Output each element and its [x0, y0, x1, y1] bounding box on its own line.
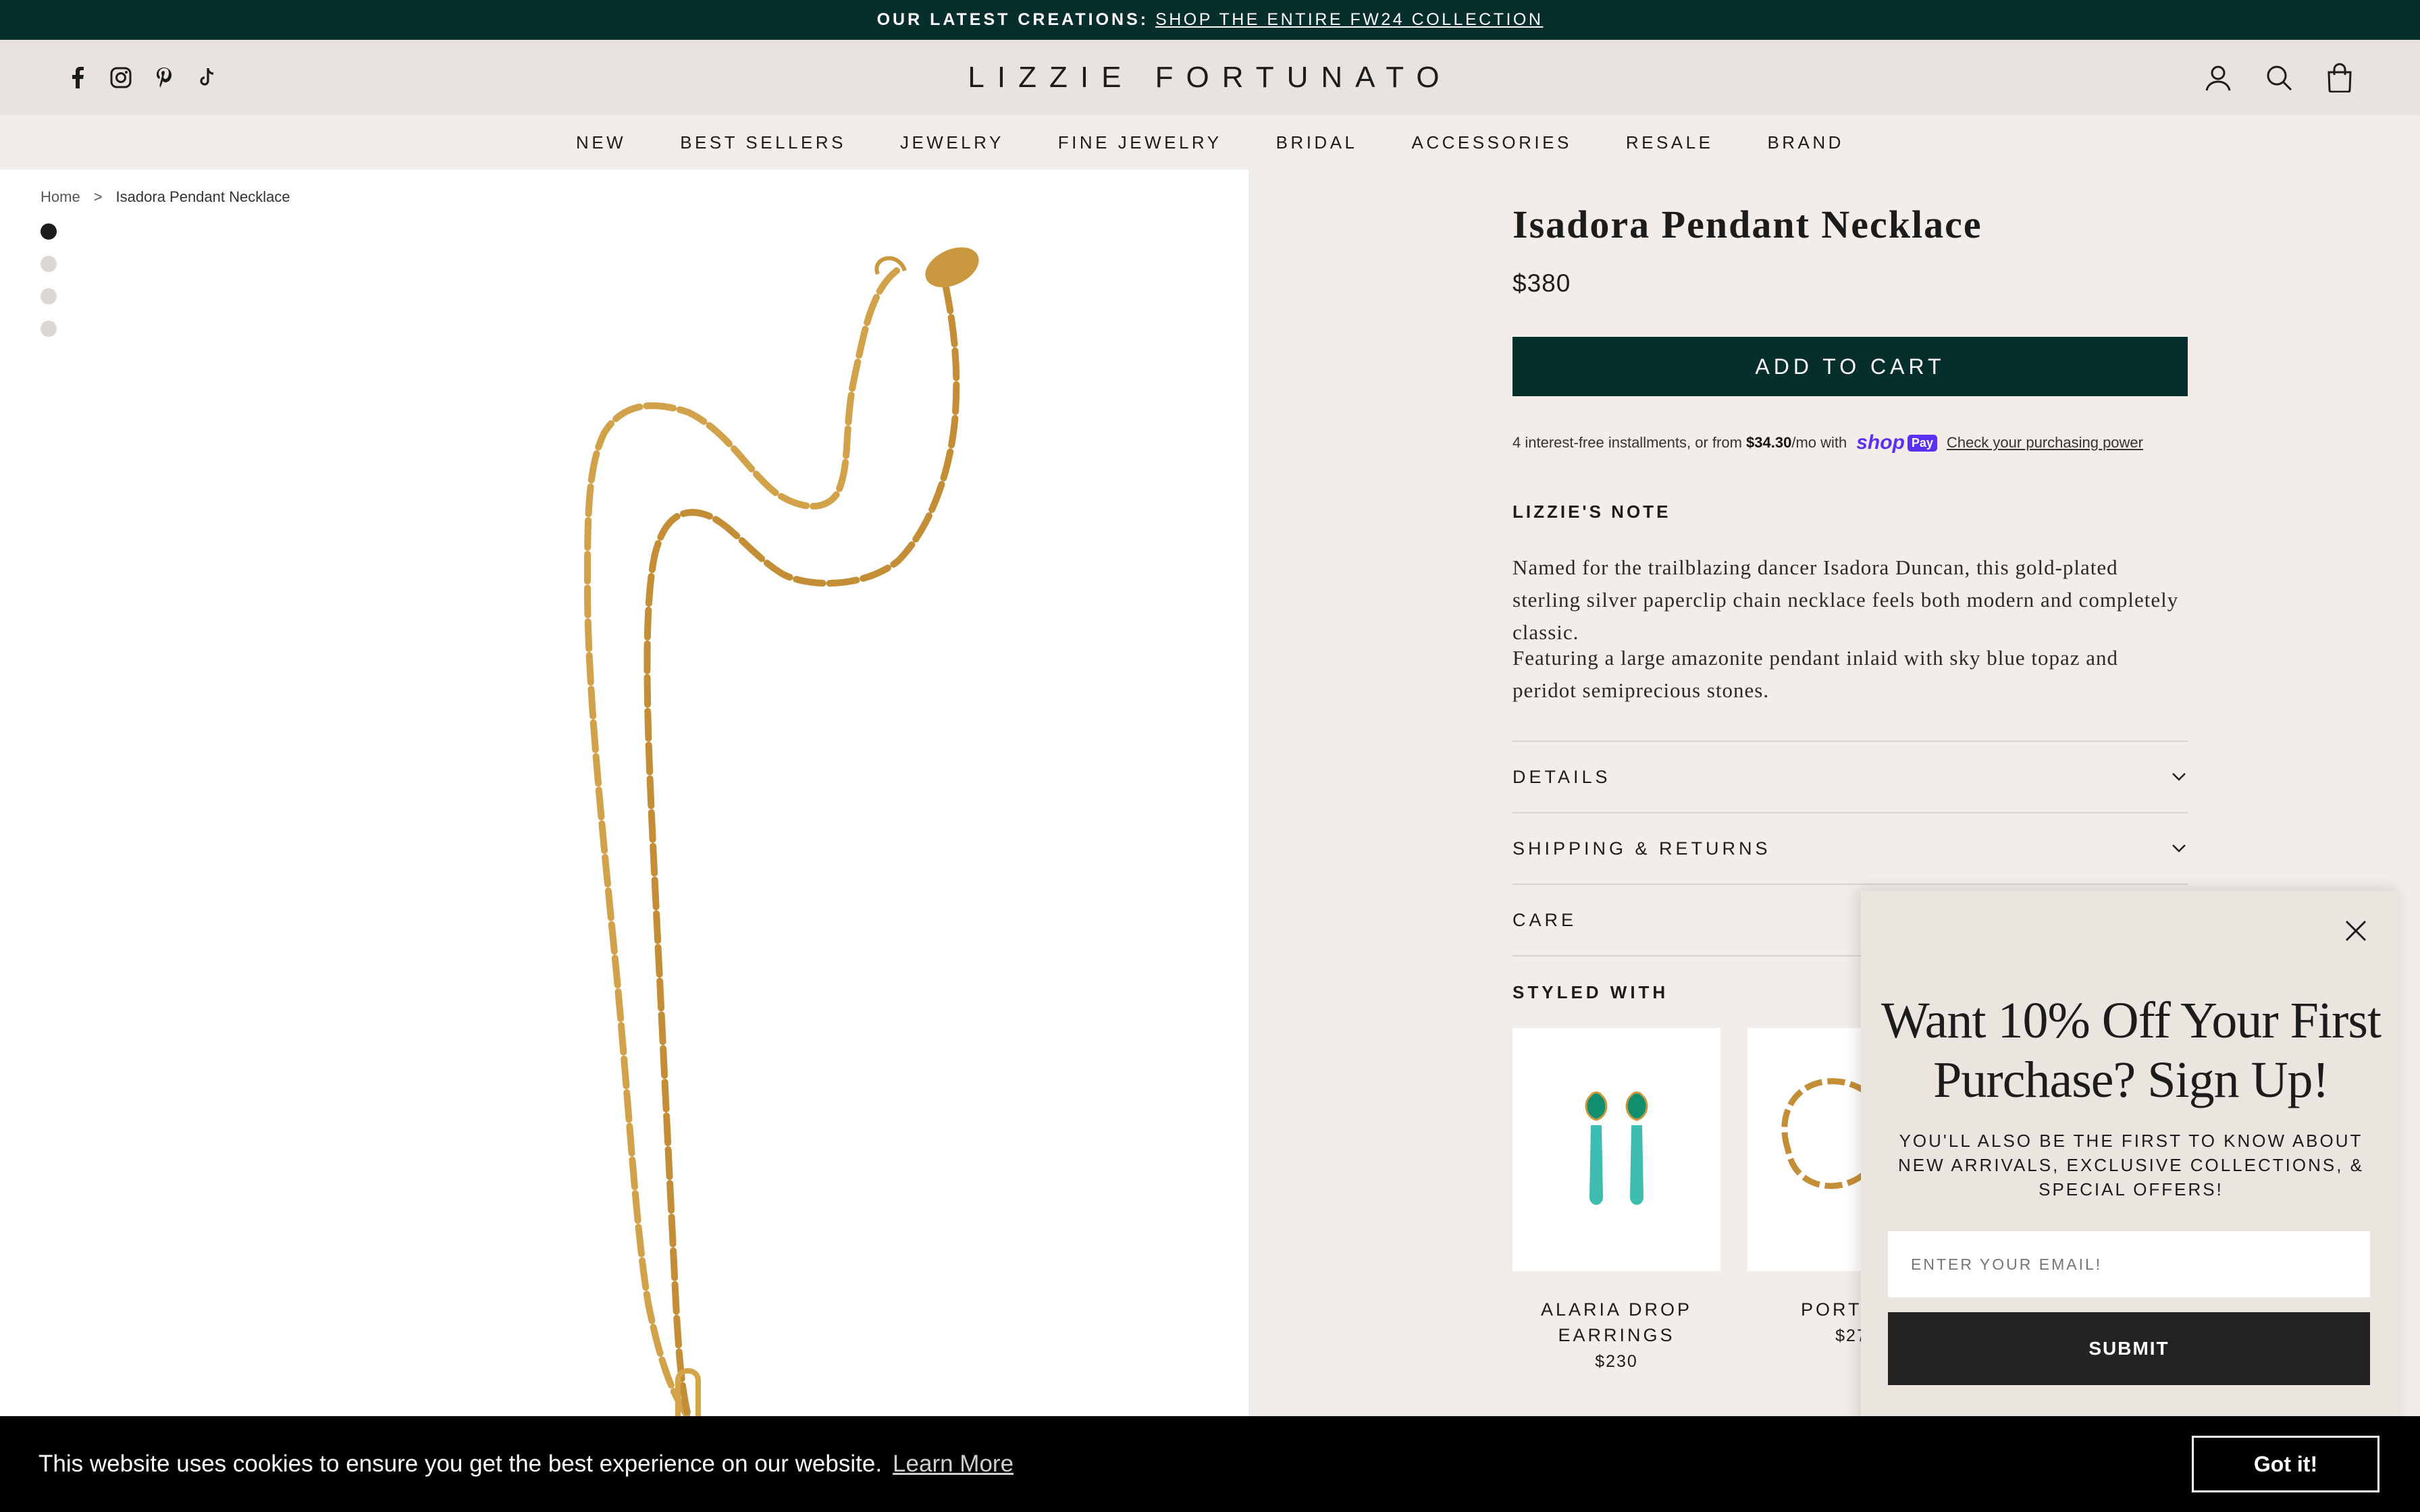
shop-pay-shop: shop	[1856, 431, 1905, 454]
bag-icon[interactable]	[2324, 62, 2355, 93]
accordion-label: CARE	[1512, 909, 1577, 930]
gallery-dot[interactable]	[41, 223, 57, 240]
header-actions	[2203, 40, 2355, 115]
accordion-label: DETAILS	[1512, 766, 1611, 787]
breadcrumb-current: Isadora Pendant Necklace	[115, 188, 290, 205]
breadcrumb-separator: >	[93, 188, 103, 205]
product-thumbnail[interactable]	[1512, 1028, 1720, 1271]
nav-item-fine-jewelry[interactable]: FINE JEWELRY	[1058, 132, 1222, 153]
accordion-details[interactable]: DETAILS	[1512, 740, 2188, 812]
nav-item-accessories[interactable]: ACCESSORIES	[1412, 132, 1572, 153]
shop-pay-installments: 4 interest-free installments, or from $3…	[1512, 431, 2188, 454]
lizzies-note-heading: LIZZIE'S NOTE	[1512, 502, 1671, 522]
search-icon[interactable]	[2263, 62, 2294, 93]
main-nav: NEW BEST SELLERS JEWELRY FINE JEWELRY BR…	[0, 115, 2420, 169]
gallery-dots	[41, 223, 57, 337]
announcement-bar: OUR LATEST CREATIONS: SHOP THE ENTIRE FW…	[0, 0, 2420, 40]
shop-pay-logo: shop Pay	[1856, 431, 1937, 454]
installments-prefix: 4 interest-free installments, or from	[1512, 434, 1742, 451]
brand-logo[interactable]: LIZZIE FORTUNATO	[0, 40, 2420, 115]
popup-title: Want 10% Off Your First Purchase? Sign U…	[1880, 992, 2382, 1108]
styled-with-heading: STYLED WITH	[1512, 982, 1669, 1002]
cookie-message: This website uses cookies to ensure you …	[38, 1451, 883, 1477]
gallery-dot[interactable]	[41, 288, 57, 304]
nav-item-brand[interactable]: BRAND	[1767, 132, 1844, 153]
account-icon[interactable]	[2203, 62, 2234, 93]
breadcrumb-home[interactable]: Home	[41, 188, 80, 206]
announcement-link[interactable]: SHOP THE ENTIRE FW24 COLLECTION	[1155, 10, 1543, 30]
shop-pay-pay: Pay	[1907, 434, 1937, 452]
installments-amount: $34.30	[1746, 434, 1792, 451]
nav-item-new[interactable]: NEW	[576, 132, 626, 153]
product-description-2: Featuring a large amazonite pendant inla…	[1512, 646, 2119, 702]
styled-product-price: $230	[1595, 1352, 1638, 1371]
styled-product-card[interactable]: ALARIA DROP EARRINGS $230	[1512, 1028, 1720, 1372]
chevron-down-icon	[2170, 768, 2188, 786]
chevron-down-icon	[2170, 840, 2188, 857]
nav-item-resale[interactable]: RESALE	[1626, 132, 1714, 153]
product-description: Named for the trailblazing dancer Isador…	[1512, 556, 2179, 644]
installments-suffix: /mo with	[1791, 434, 1847, 451]
cookie-message-row: This website uses cookies to ensure you …	[38, 1416, 1014, 1512]
nav-item-bridal[interactable]: BRIDAL	[1276, 132, 1358, 153]
learn-more-link[interactable]: Learn More	[893, 1451, 1014, 1478]
accordion-label: SHIPPING & RETURNS	[1512, 838, 1771, 859]
gallery-dot[interactable]	[41, 321, 57, 337]
product-gallery: Home > Isadora Pendant Necklace	[0, 169, 1248, 1512]
email-field[interactable]	[1888, 1231, 2370, 1297]
product-price: $380	[1512, 269, 1571, 297]
styled-product-name[interactable]: ALARIA DROP EARRINGS	[1512, 1297, 1720, 1348]
product-title: Isadora Pendant Necklace	[1512, 202, 1982, 246]
accordion-shipping-returns[interactable]: SHIPPING & RETURNS	[1512, 812, 2188, 884]
close-icon[interactable]	[2338, 913, 2374, 949]
nav-item-best-sellers[interactable]: BEST SELLERS	[680, 132, 846, 153]
breadcrumb: Home > Isadora Pendant Necklace	[41, 188, 290, 206]
cookie-banner: This website uses cookies to ensure you …	[0, 1416, 2420, 1512]
accept-cookies-button[interactable]: Got it!	[2192, 1436, 2379, 1492]
announcement-text: OUR LATEST CREATIONS:	[876, 10, 1149, 29]
product-image-necklace	[583, 247, 979, 1512]
add-to-cart-button[interactable]: ADD TO CART	[1512, 337, 2188, 396]
popup-subtitle: YOU'LL ALSO BE THE FIRST TO KNOW ABOUT N…	[1897, 1131, 2364, 1199]
site-header: LIZZIE FORTUNATO	[0, 40, 2420, 115]
submit-button[interactable]: SUBMIT	[1888, 1312, 2370, 1385]
nav-item-jewelry[interactable]: JEWELRY	[900, 132, 1004, 153]
gallery-dot[interactable]	[41, 256, 57, 272]
check-purchasing-power-link[interactable]: Check your purchasing power	[1947, 434, 2143, 452]
